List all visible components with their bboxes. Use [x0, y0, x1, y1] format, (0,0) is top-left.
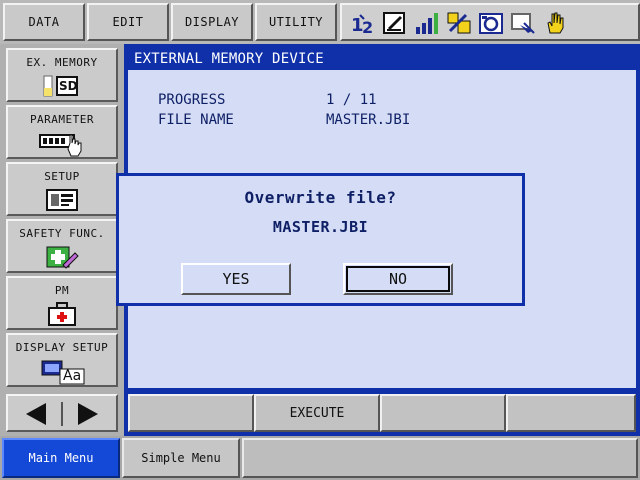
simple-menu-button[interactable]: Simple Menu [122, 438, 240, 478]
edit-lock-icon[interactable] [382, 11, 408, 35]
setup-icon [45, 188, 79, 216]
sidebar: EX. MEMORY SD PARAMETER SETUP SAFETY FUN… [0, 44, 124, 436]
main-menu-button[interactable]: Main Menu [2, 438, 120, 478]
overwrite-dialog: Overwrite file? MASTER.JBI YES NO [116, 173, 525, 306]
dialog-body: Overwrite file? MASTER.JBI YES NO [119, 176, 522, 303]
menu-data[interactable]: DATA [3, 3, 85, 41]
file-name-label: FILE NAME [158, 112, 234, 128]
function-bar: EXECUTE [124, 390, 640, 436]
func-button-3[interactable] [380, 394, 506, 432]
pendant-icon[interactable] [510, 11, 536, 35]
coordinate-icon[interactable] [446, 11, 472, 35]
pm-medkit-icon [47, 302, 77, 330]
page-title: EXTERNAL MEMORY DEVICE [128, 48, 636, 70]
sidebar-item-label: SETUP [44, 170, 80, 183]
yes-button[interactable]: YES [181, 263, 291, 295]
execute-button[interactable]: EXECUTE [254, 394, 380, 432]
sidebar-item-label: SAFETY FUNC. [19, 227, 105, 240]
sidebar-item-display-setup[interactable]: DISPLAY SETUP Aa [6, 333, 118, 387]
menu-display[interactable]: DISPLAY [171, 3, 253, 41]
sd-card-icon: SD [40, 74, 84, 98]
bottom-bar-empty [242, 438, 638, 478]
dialog-question: Overwrite file? [244, 188, 397, 207]
func-button-4[interactable] [506, 394, 636, 432]
sidebar-item-label: PM [54, 284, 70, 297]
menu-utility[interactable]: UTILITY [255, 3, 337, 41]
func-button-1[interactable] [128, 394, 254, 432]
sidebar-item-label: EX. MEMORY [26, 56, 98, 69]
next-arrow-icon[interactable] [68, 400, 108, 428]
dialog-filename: MASTER.JBI [272, 218, 369, 236]
page-arrows [6, 394, 118, 432]
sidebar-item-setup[interactable]: SETUP [6, 162, 118, 216]
hand-icon[interactable] [542, 11, 568, 35]
sidebar-item-ex-memory[interactable]: EX. MEMORY SD [6, 48, 118, 102]
no-button[interactable]: NO [343, 263, 453, 295]
axis-group-icon[interactable]: 1 2 [350, 11, 376, 35]
bottom-bar: Main Menu Simple Menu [0, 436, 640, 480]
camera-icon[interactable] [478, 11, 504, 35]
sidebar-item-pm[interactable]: PM [6, 276, 118, 330]
display-font-text: Aa [63, 368, 82, 384]
sd-card-text: SD [59, 79, 78, 93]
parameter-icon [38, 131, 86, 161]
sidebar-item-label: DISPLAY SETUP [15, 341, 109, 354]
sidebar-item-label: PARAMETER [29, 113, 95, 126]
svg-text:2: 2 [362, 18, 373, 35]
file-name-value: MASTER.JBI [326, 112, 411, 128]
display-font-icon: Aa [38, 359, 86, 385]
sidebar-item-safety-func[interactable]: SAFETY FUNC. [6, 219, 118, 273]
safety-icon [45, 245, 79, 273]
status-icon-bar: 1 2 [340, 3, 640, 41]
menu-edit[interactable]: EDIT [87, 3, 169, 41]
signal-level-icon[interactable] [414, 11, 440, 35]
progress-value: 1 / 11 [326, 92, 377, 108]
sidebar-item-parameter[interactable]: PARAMETER [6, 105, 118, 159]
top-menu-bar: DATA EDIT DISPLAY UTILITY 1 2 [0, 0, 640, 44]
prev-arrow-icon[interactable] [16, 400, 56, 428]
arrow-divider [61, 402, 63, 426]
progress-label: PROGRESS [158, 92, 226, 108]
